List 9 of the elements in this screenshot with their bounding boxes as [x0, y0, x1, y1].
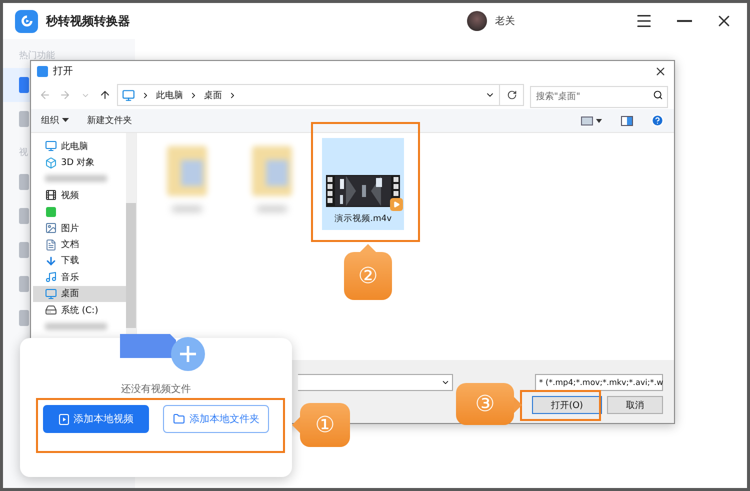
user-name: 老关	[495, 14, 515, 28]
sidebar-section-title: 热门功能	[19, 50, 55, 62]
step-callout: ③	[456, 383, 514, 425]
step-callout: ①	[300, 403, 350, 447]
sidebar-section-title: 视	[19, 146, 28, 159]
dialog-title: 打开	[53, 64, 73, 78]
app-title: 秒转视频转换器	[46, 12, 130, 30]
empty-message: 还没有视频文件	[121, 382, 191, 396]
step-callout: ②	[344, 252, 392, 300]
